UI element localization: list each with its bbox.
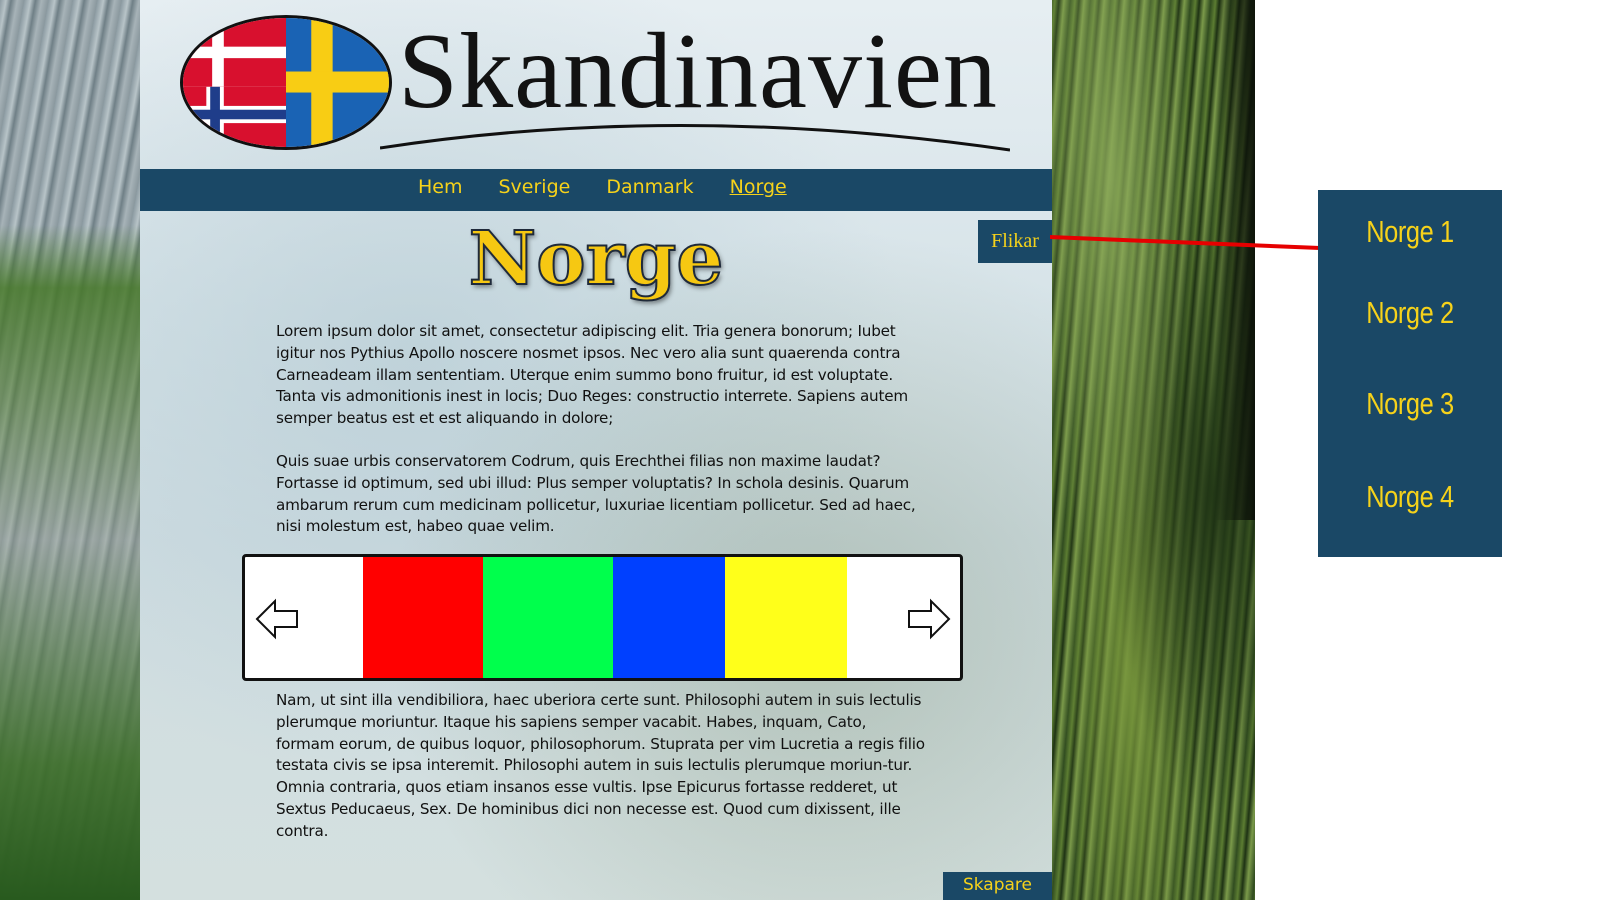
nav-link-norge[interactable]: Norge bbox=[730, 176, 787, 198]
flags-graphic bbox=[183, 18, 389, 147]
slide-2 bbox=[483, 557, 613, 678]
body-paragraph-1: Lorem ipsum dolor sit amet, consectetur … bbox=[276, 322, 908, 428]
title-swoosh-decoration bbox=[380, 124, 1010, 152]
body-paragraph-3: Nam, ut sint illa vendibiliora, haec ube… bbox=[276, 691, 925, 840]
popup-item-norge-1[interactable]: Norge 1 bbox=[1335, 214, 1486, 250]
body-paragraph-2: Quis suae urbis conservatorem Codrum, qu… bbox=[276, 452, 916, 536]
nav-link-sverige[interactable]: Sverige bbox=[499, 176, 571, 198]
background-scenery-left bbox=[0, 0, 140, 900]
page-heading: Norge bbox=[468, 215, 725, 303]
nav-link-hem[interactable]: Hem bbox=[418, 176, 463, 198]
site-header: Skandinavien bbox=[140, 0, 1052, 168]
popup-item-norge-3[interactable]: Norge 3 bbox=[1335, 386, 1486, 422]
popup-item-norge-2[interactable]: Norge 2 bbox=[1335, 295, 1486, 331]
main-navigation: Hem Sverige Danmark Norge bbox=[140, 169, 1052, 211]
connector-line bbox=[1050, 235, 1320, 250]
slide-3 bbox=[613, 557, 725, 678]
image-slideshow bbox=[242, 554, 963, 681]
page-panel: Skandinavien Hem Sverige Danmark Norge F… bbox=[140, 0, 1052, 900]
popup-item-norge-4[interactable]: Norge 4 bbox=[1335, 479, 1486, 515]
scandinavian-flags-logo bbox=[180, 15, 392, 150]
skapare-button[interactable]: Skapare bbox=[943, 872, 1052, 900]
slide-1 bbox=[363, 557, 483, 678]
arrow-right-icon[interactable] bbox=[905, 595, 953, 643]
arrow-left-icon[interactable] bbox=[253, 595, 301, 643]
nav-link-danmark[interactable]: Danmark bbox=[606, 176, 693, 198]
slide-4 bbox=[725, 557, 847, 678]
background-scenery-right bbox=[1050, 0, 1255, 900]
flikar-popup-menu: Norge 1 Norge 2 Norge 3 Norge 4 bbox=[1318, 190, 1502, 557]
